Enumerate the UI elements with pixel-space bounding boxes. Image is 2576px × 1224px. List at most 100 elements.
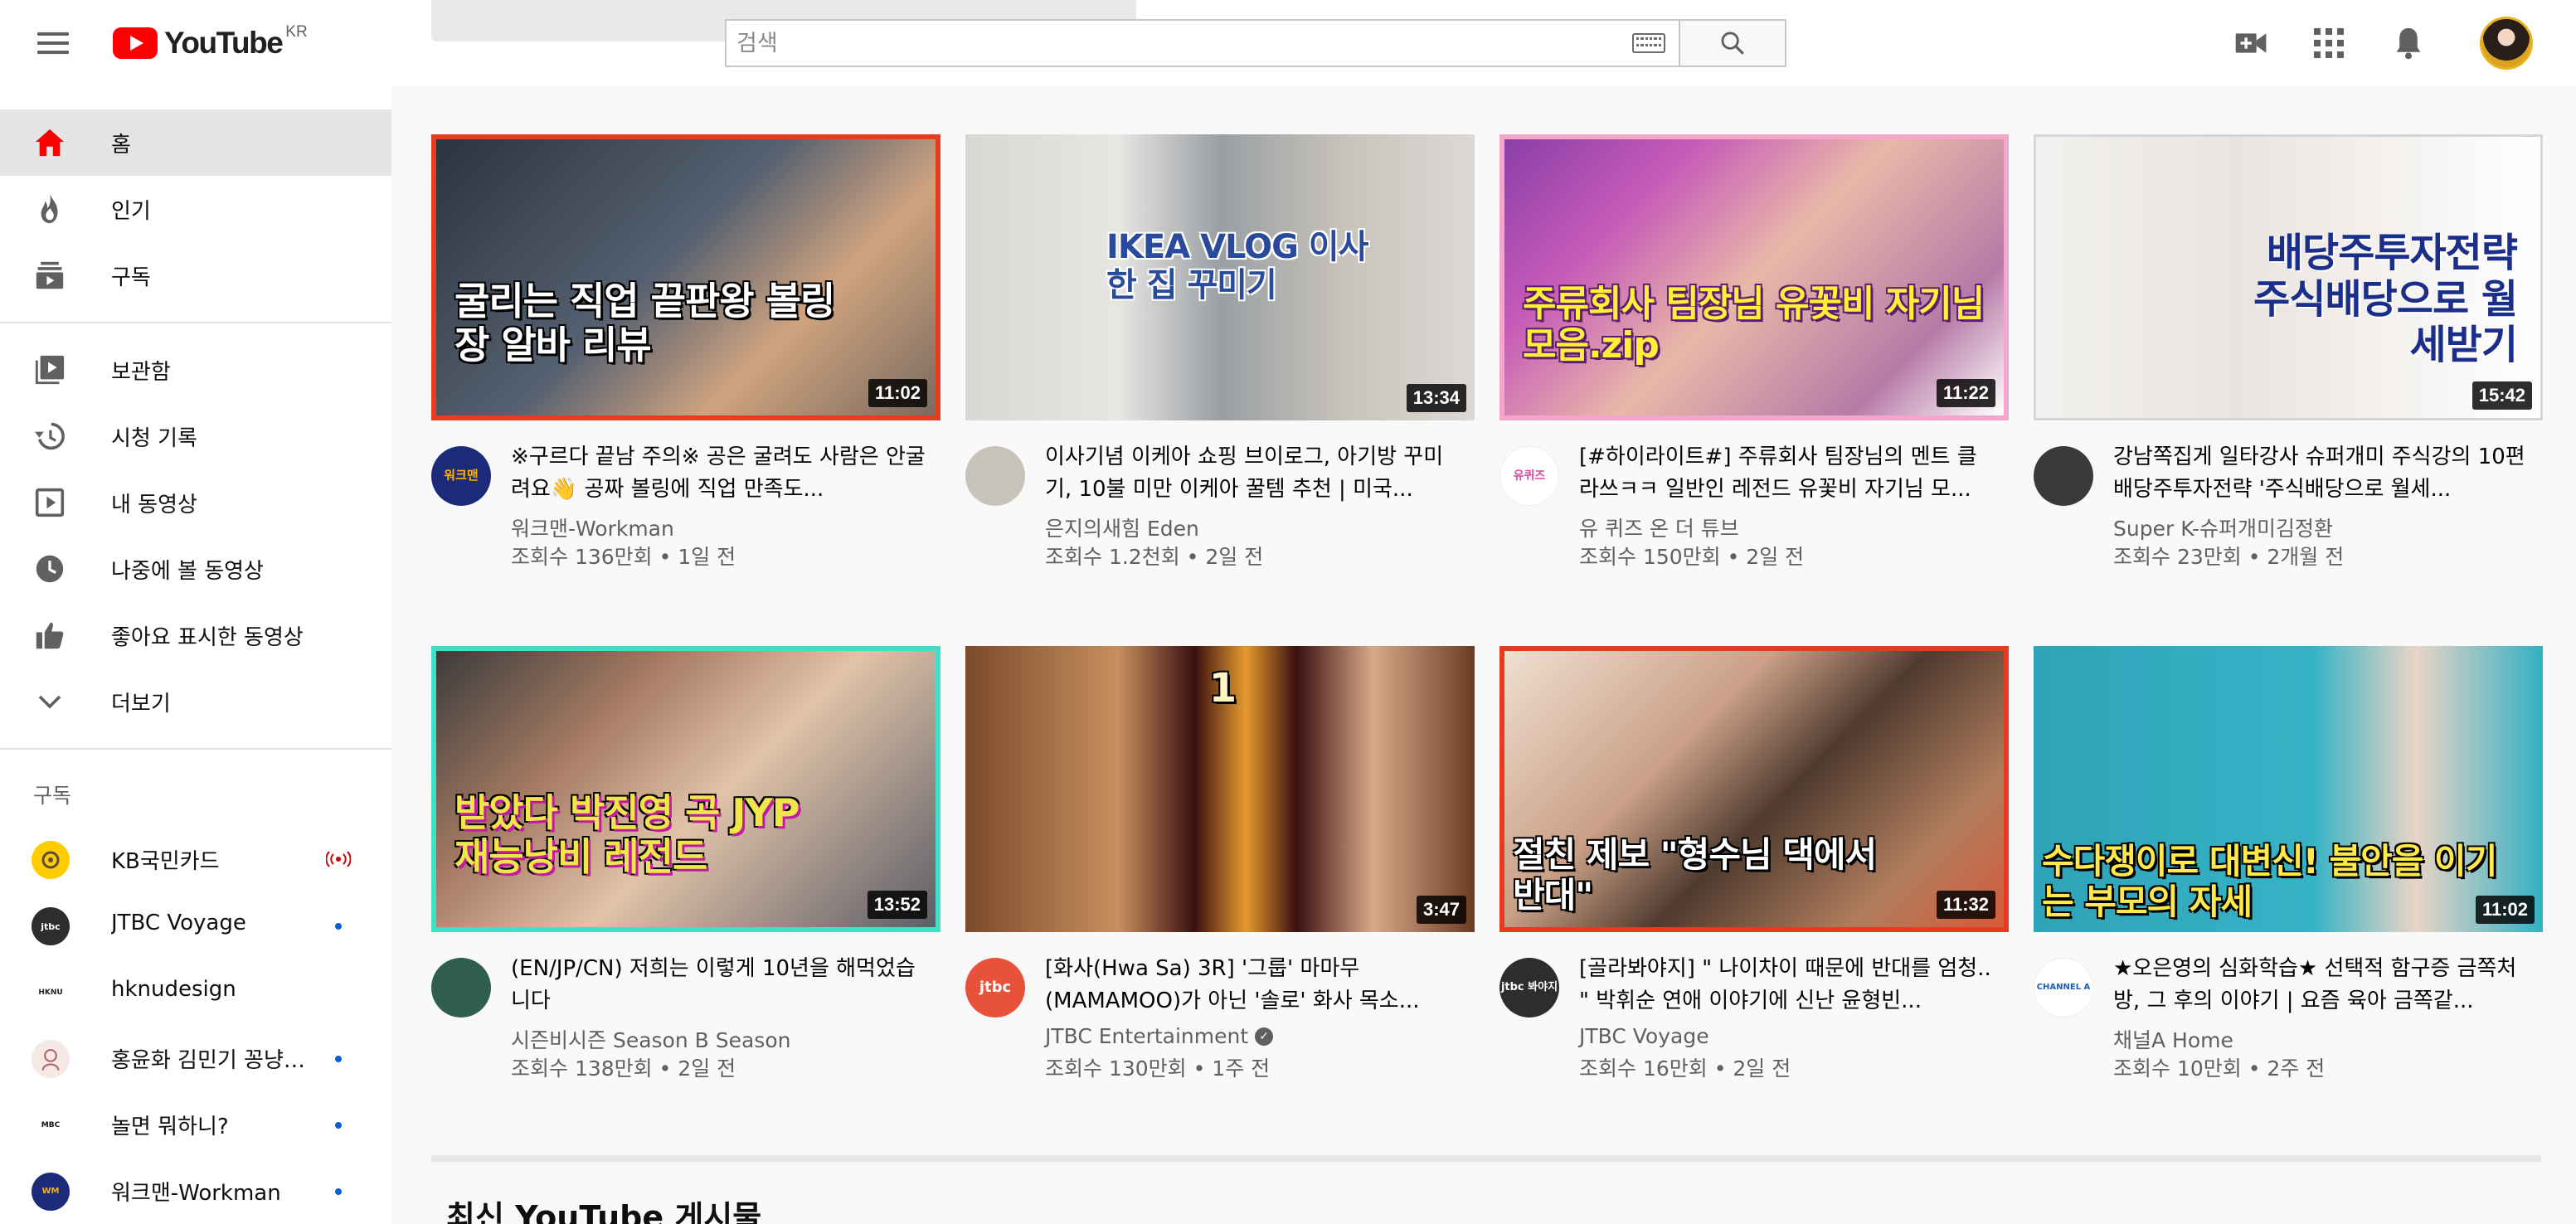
subscription-item-workman[interactable]: WM 워크맨-Workman — [0, 1158, 391, 1224]
channel-avatar[interactable] — [965, 446, 1025, 506]
channel-name[interactable]: 시즌비시즌 Season B Season — [511, 1024, 926, 1054]
sidebar-item-history[interactable]: 시청 기록 — [0, 403, 391, 469]
search-icon — [1721, 32, 1744, 55]
logo-country-code: KR — [285, 23, 308, 41]
video-thumbnail[interactable]: 절친 제보 "형수님 댁에서 반대" 11:32 — [1499, 646, 2009, 932]
channel-avatar[interactable] — [2034, 446, 2093, 506]
video-title[interactable]: [화사(Hwa Sa) 3R] '그룹' 마마무(MAMAMOO)가 아닌 '솔… — [1045, 953, 1460, 1018]
sidebar-item-liked-videos[interactable]: 좋아요 표시한 동영상 — [0, 602, 391, 668]
new-content-dot — [335, 923, 342, 930]
sidebar-item-your-videos[interactable]: 내 동영상 — [0, 469, 391, 536]
new-content-dot — [335, 1188, 342, 1195]
guide-sidebar: 홈 인기 구독 보관함 시청 기록 내 동영상 나중에 볼 동영상 좋아요 표시… — [0, 86, 391, 1224]
video-duration: 13:52 — [867, 891, 927, 919]
keyboard-icon[interactable] — [1632, 33, 1665, 53]
video-thumbnail[interactable]: 굴리는 직업 끝판왕 볼링장 알바 리뷰 11:02 — [431, 134, 940, 420]
search-input[interactable] — [725, 19, 1679, 67]
subscription-item-hongyunhwa[interactable]: 홍윤화 김민기 꽁냥꽁... — [0, 1025, 391, 1091]
video-grid: 굴리는 직업 끝판왕 볼링장 알바 리뷰 11:02 워크맨 ※구르다 끝남 주… — [391, 86, 2576, 1224]
subscriptions-section-title: 구독 — [33, 784, 72, 808]
video-thumbnail[interactable]: 주류회사 팀장님 유꽃비 자기님 모음.zip 11:22 — [1499, 134, 2009, 420]
new-content-dot — [335, 1056, 342, 1062]
channel-avatar: jtbc — [32, 907, 70, 945]
section-divider — [431, 1155, 2541, 1162]
youtube-play-icon — [113, 27, 158, 59]
account-avatar[interactable] — [2480, 17, 2533, 70]
video-thumbnail[interactable]: 배당주투자전략 주식배당으로 월세받기 15:42 — [2034, 134, 2543, 420]
channel-name-text: 워크맨-Workman — [511, 517, 674, 541]
channel-avatar[interactable]: jtbc 봐야지 — [1499, 958, 1559, 1018]
subscription-item-jtbc-voyage[interactable]: jtbc JTBC Voyage — [0, 892, 391, 959]
sidebar-item-show-more[interactable]: 더보기 — [0, 668, 391, 735]
video-title[interactable]: ※구르다 끝남 주의※ 공은 굴려도 사람은 안굴려요👋 공짜 볼링에 직업 만… — [511, 441, 926, 506]
video-title[interactable]: (EN/JP/CN) 저희는 이렇게 10년을 해먹었습니다 — [511, 953, 926, 1018]
thumbnail-text: IKEA VLOG 이사한 집 꾸미기 — [1106, 228, 1368, 304]
video-meta: 조회수 150만회 • 2일 전 — [1579, 545, 1805, 569]
video-duration: 13:34 — [1406, 384, 1466, 412]
video-title[interactable]: [#하이라이트#] 주류회사 팀장님의 멘트 클라쓰ㅋㅋ 일반인 레전드 유꽃비… — [1579, 441, 1994, 506]
channel-name-text: Super K-슈퍼개미김정환 — [2113, 517, 2333, 541]
channel-avatar[interactable] — [431, 958, 491, 1018]
video-meta: 조회수 10만회 • 2주 전 — [2113, 1056, 2326, 1081]
video-meta: 조회수 16만회 • 2일 전 — [1579, 1056, 1791, 1081]
sidebar-item-home[interactable]: 홈 — [0, 109, 391, 176]
channel-name[interactable]: JTBC Entertainment ✓ — [1045, 1024, 1460, 1048]
channel-name-text: 채널A Home — [2113, 1028, 2233, 1052]
home-icon — [33, 126, 66, 159]
watch-later-icon — [33, 552, 66, 585]
thumbnail-text: 1 — [1208, 665, 1237, 712]
video-meta: 조회수 1.2천회 • 2일 전 — [1045, 545, 1264, 569]
video-meta: 조회수 130만회 • 1주 전 — [1045, 1056, 1271, 1081]
library-icon — [33, 353, 66, 386]
video-title[interactable]: ★오은영의 심화학습★ 선택적 함구증 금쪽처방, 그 후의 이야기 | 요즘 … — [2113, 953, 2528, 1018]
channel-name[interactable]: 채널A Home — [2113, 1024, 2528, 1054]
video-thumbnail[interactable]: 받았다 박진영 곡 JYP 재능낭비 레전드 13:52 — [431, 646, 940, 932]
video-meta: 조회수 23만회 • 2개월 전 — [2113, 545, 2345, 569]
channel-name[interactable]: Super K-슈퍼개미김정환 — [2113, 512, 2528, 542]
sidebar-item-label: 내 동영상 — [111, 492, 197, 517]
sidebar-item-watch-later[interactable]: 나중에 볼 동영상 — [0, 536, 391, 602]
channel-avatar — [32, 841, 70, 879]
subscription-name: JTBC Voyage — [111, 911, 246, 935]
youtube-logo[interactable]: YouTube KR — [113, 23, 308, 61]
apps-grid-icon — [2314, 28, 2344, 58]
video-thumbnail[interactable]: 1 3:47 — [965, 646, 1475, 932]
sidebar-item-subscriptions[interactable]: 구독 — [0, 242, 391, 308]
subscription-item-kbcard[interactable]: KB국민카드 — [0, 826, 391, 892]
thumbnail-text: 절친 제보 "형수님 댁에서 반대" — [1513, 834, 1877, 916]
bell-icon — [2396, 28, 2421, 60]
guide-menu-button[interactable] — [28, 22, 78, 65]
video-duration: 3:47 — [1416, 896, 1466, 924]
video-duration: 11:02 — [868, 379, 927, 407]
sidebar-item-label: 나중에 볼 동영상 — [111, 558, 264, 584]
sidebar-divider — [0, 748, 391, 750]
sidebar-item-trending[interactable]: 인기 — [0, 176, 391, 242]
channel-name[interactable]: 유 퀴즈 온 더 튜브 — [1579, 512, 1994, 542]
channel-name-text: 유 퀴즈 온 더 튜브 — [1579, 517, 1739, 541]
video-title[interactable]: 이사기념 이케아 쇼핑 브이로그, 아기방 꾸미기, 10불 미만 이케아 꿀템… — [1045, 441, 1460, 506]
channel-avatar[interactable]: 유퀴즈 — [1499, 446, 1559, 506]
live-broadcast-icon — [325, 848, 352, 870]
channel-avatar[interactable]: 워크맨 — [431, 446, 491, 506]
sidebar-item-label: 보관함 — [111, 359, 171, 385]
apps-button[interactable] — [2311, 25, 2347, 61]
search-button[interactable] — [1679, 19, 1786, 67]
create-video-button[interactable] — [2233, 25, 2269, 61]
channel-name[interactable]: 은지의새힘 Eden — [1045, 512, 1460, 542]
video-title[interactable]: [골라봐야지] " 나이차이 때문에 반대를 엄청.. " 박휘순 연애 이야기… — [1579, 953, 1994, 1018]
channel-name[interactable]: 워크맨-Workman — [511, 512, 926, 542]
subscription-item-hangout-with-yoo[interactable]: MBC 놀면 뭐하니? — [0, 1091, 391, 1158]
channel-name[interactable]: JTBC Voyage — [1579, 1024, 1994, 1048]
sidebar-item-library[interactable]: 보관함 — [0, 337, 391, 403]
thumbs-up-icon — [33, 619, 66, 652]
video-title[interactable]: 강남쪽집게 일타강사 슈퍼개미 주식강의 10편 배당주투자전략 '주식배당으로… — [2113, 441, 2528, 506]
subscription-item-hknudesign[interactable]: HKNU hknudesign — [0, 959, 391, 1025]
thumbnail-text: 배당주투자전략 주식배당으로 월세받기 — [2253, 230, 2518, 368]
video-thumbnail[interactable]: IKEA VLOG 이사한 집 꾸미기 13:34 — [965, 134, 1475, 420]
channel-avatar[interactable]: CHANNEL A — [2034, 958, 2093, 1018]
notifications-button[interactable] — [2390, 25, 2427, 61]
video-duration: 15:42 — [2472, 381, 2532, 410]
sidebar-divider — [0, 322, 391, 323]
video-thumbnail[interactable]: 수다쟁이로 대변신! 불안을 이기는 부모의 자세 11:02 — [2034, 646, 2543, 932]
channel-avatar[interactable]: jtbc — [965, 958, 1025, 1018]
